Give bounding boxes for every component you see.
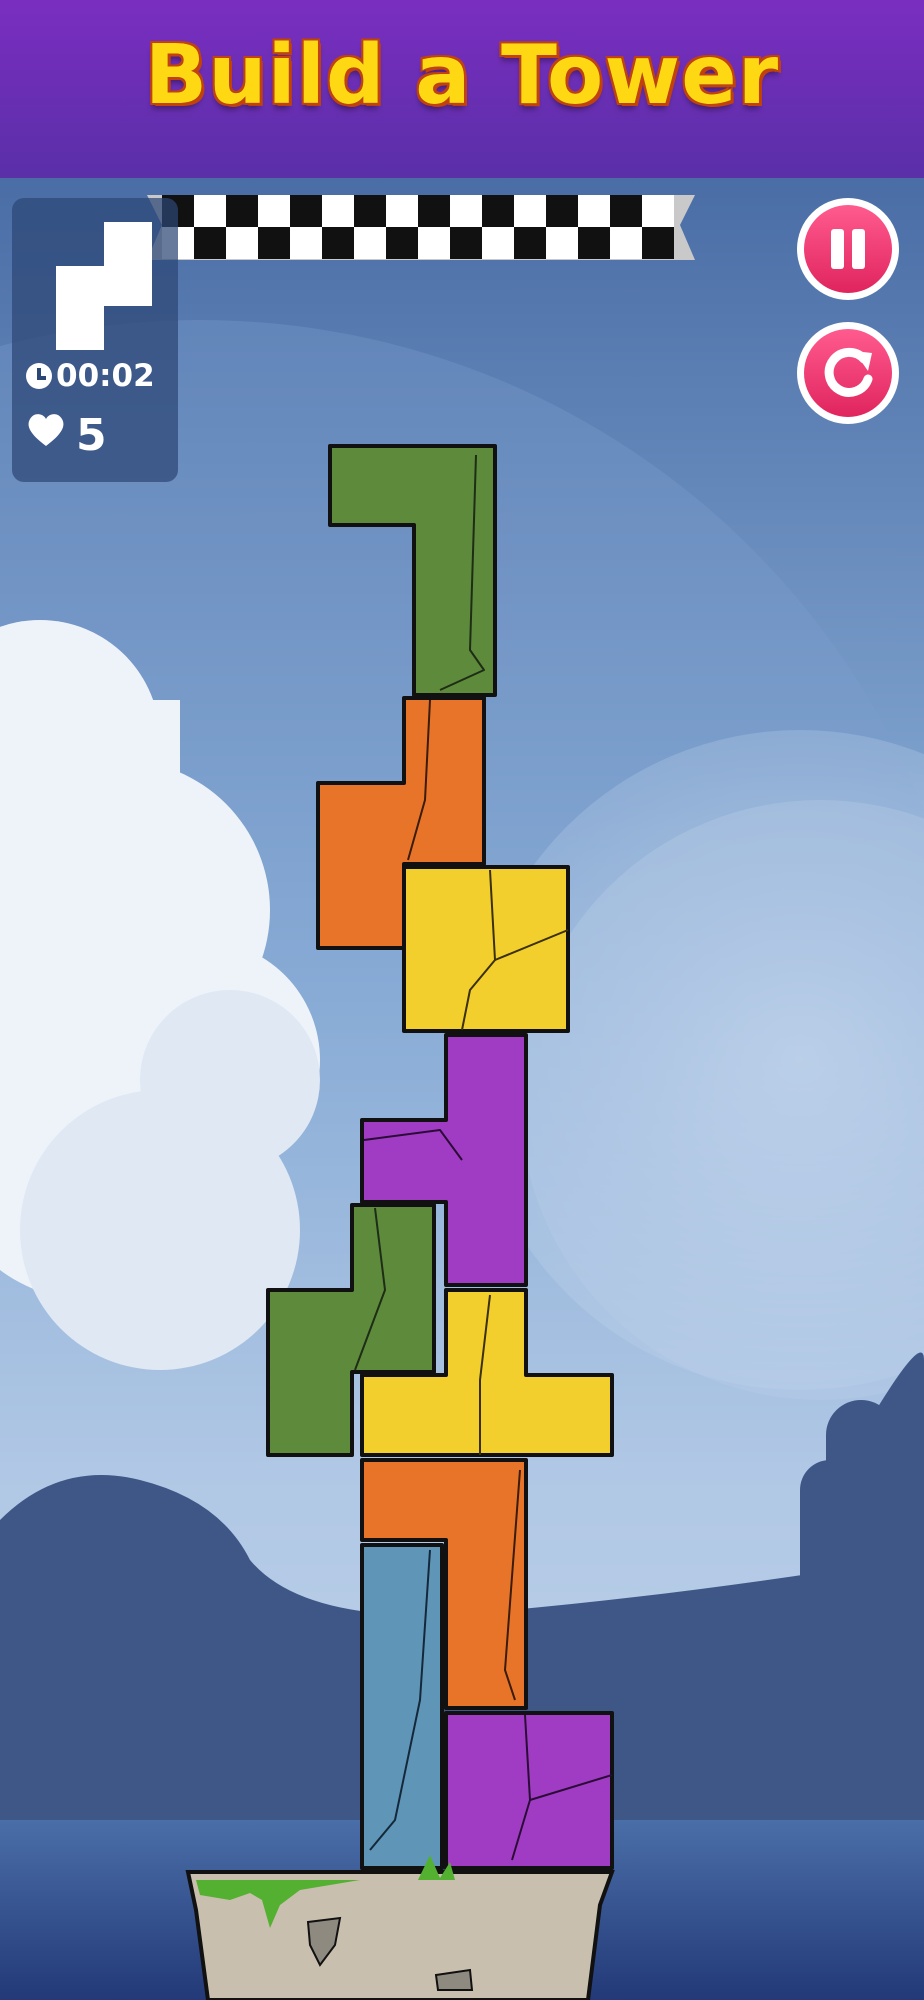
rock-platform [185, 1855, 615, 2000]
clock-icon [26, 363, 52, 389]
restart-button[interactable] [797, 322, 899, 424]
yellow-block-square [402, 865, 570, 1033]
lives-value: 5 [76, 410, 107, 461]
pause-button[interactable] [797, 198, 899, 300]
next-piece-preview [56, 222, 152, 350]
blue-block [360, 1543, 444, 1870]
pause-icon [804, 205, 892, 293]
hud-panel: 00:02 5 [12, 198, 178, 482]
timer: 00:02 [26, 358, 155, 394]
heart-icon [28, 414, 64, 446]
finish-line-flag [147, 195, 695, 260]
timer-value: 00:02 [56, 358, 155, 394]
restart-icon [804, 329, 892, 417]
game-title: Build a Tower [144, 28, 780, 123]
lives: 5 [26, 410, 107, 461]
header-bar: Build a Tower [0, 0, 924, 178]
